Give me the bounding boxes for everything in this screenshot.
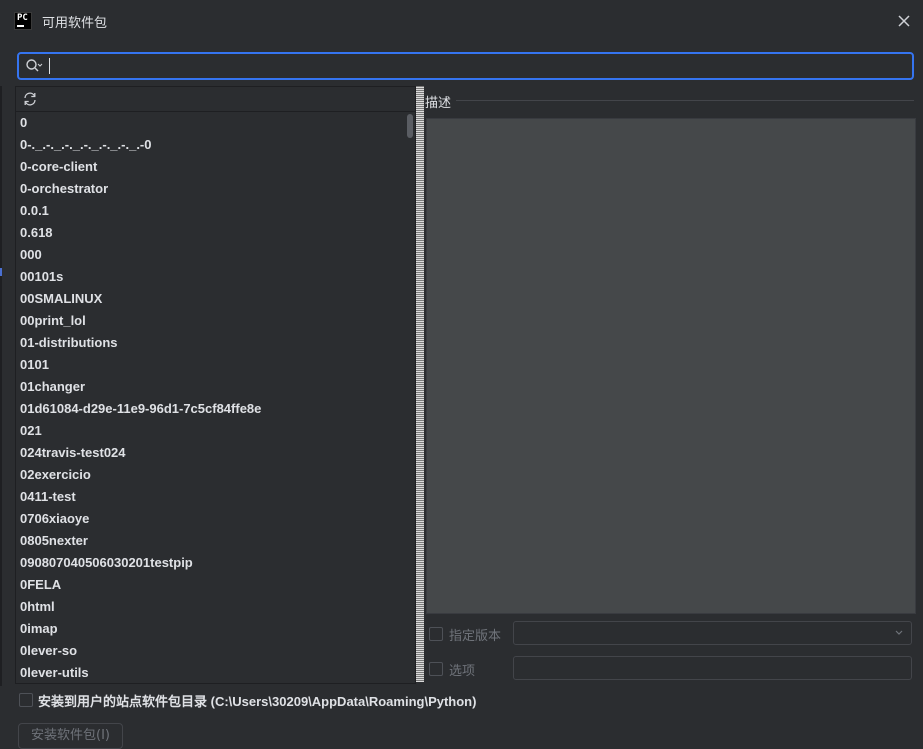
list-item[interactable]: 0imap [16,618,404,640]
list-item[interactable]: 0-core-client [16,156,404,178]
list-item[interactable]: 090807040506030201testpip [16,552,404,574]
user-site-label: 安装到用户的站点软件包目录 (C:\Users\30209\AppData\Ro… [38,694,477,709]
list-item[interactable]: 01d61084-d29e-11e9-96d1-7c5cf84ffe8e [16,398,404,420]
options-checkbox[interactable] [429,662,443,676]
list-item[interactable]: 0 [16,112,404,134]
description-area [426,118,916,614]
list-item[interactable]: 0html [16,596,404,618]
window-title: 可用软件包 [42,16,108,31]
package-list[interactable]: 0 0-._.-._.-._.-._.-._.-._.-0 0-core-clien… [16,112,404,683]
refresh-icon[interactable] [22,91,38,107]
close-icon[interactable] [893,10,915,32]
title-bar: PC 可用软件包 [0,0,923,44]
list-item[interactable]: 024travis-test024 [16,442,404,464]
list-item[interactable]: 0FELA [16,574,404,596]
list-scrollbar[interactable] [405,112,415,683]
list-item[interactable]: 0.618 [16,222,404,244]
app-icon-text: PC [17,13,28,23]
list-item[interactable]: 02exercicio [16,464,404,486]
list-item[interactable]: 00SMALINUX [16,288,404,310]
description-divider [456,100,914,101]
list-item[interactable]: 0805nexter [16,530,404,552]
list-item[interactable]: 000 [16,244,404,266]
scroll-thumb[interactable] [407,114,413,138]
install-package-button[interactable]: 安装软件包(I) [18,723,123,749]
window-edge [0,86,2,686]
list-toolbar [16,87,415,112]
version-select[interactable] [513,621,912,645]
list-item[interactable]: 01changer [16,376,404,398]
search-input[interactable] [47,56,897,76]
user-site-checkbox[interactable] [19,693,33,707]
list-item[interactable]: 0411-test [16,486,404,508]
search-icon[interactable] [25,58,43,74]
pycharm-icon: PC [14,12,32,30]
search-field[interactable] [17,52,914,80]
options-label: 选项 [449,664,476,679]
list-item[interactable]: 0-._.-._.-._.-._.-._.-._.-0 [16,134,404,156]
chevron-down-icon [893,626,905,638]
panel-splitter[interactable] [416,86,424,682]
list-item[interactable]: 0.0.1 [16,200,404,222]
list-item[interactable]: 0lever-so [16,640,404,662]
list-item[interactable]: 021 [16,420,404,442]
list-item[interactable]: 0lever-utils [16,662,404,683]
list-item[interactable]: 0101 [16,354,404,376]
text-caret [49,58,50,74]
options-input[interactable] [513,656,912,680]
description-label: 描述 [425,96,452,111]
list-item[interactable]: 00101s [16,266,404,288]
specify-version-label: 指定版本 [449,629,502,644]
list-item[interactable]: 00print_lol [16,310,404,332]
list-item[interactable]: 01-distributions [16,332,404,354]
list-item[interactable]: 0-orchestrator [16,178,404,200]
package-list-panel: 0 0-._.-._.-._.-._.-._.-._.-0 0-core-clien… [15,86,416,684]
list-item[interactable]: 0706xiaoye [16,508,404,530]
specify-version-checkbox[interactable] [429,627,443,641]
